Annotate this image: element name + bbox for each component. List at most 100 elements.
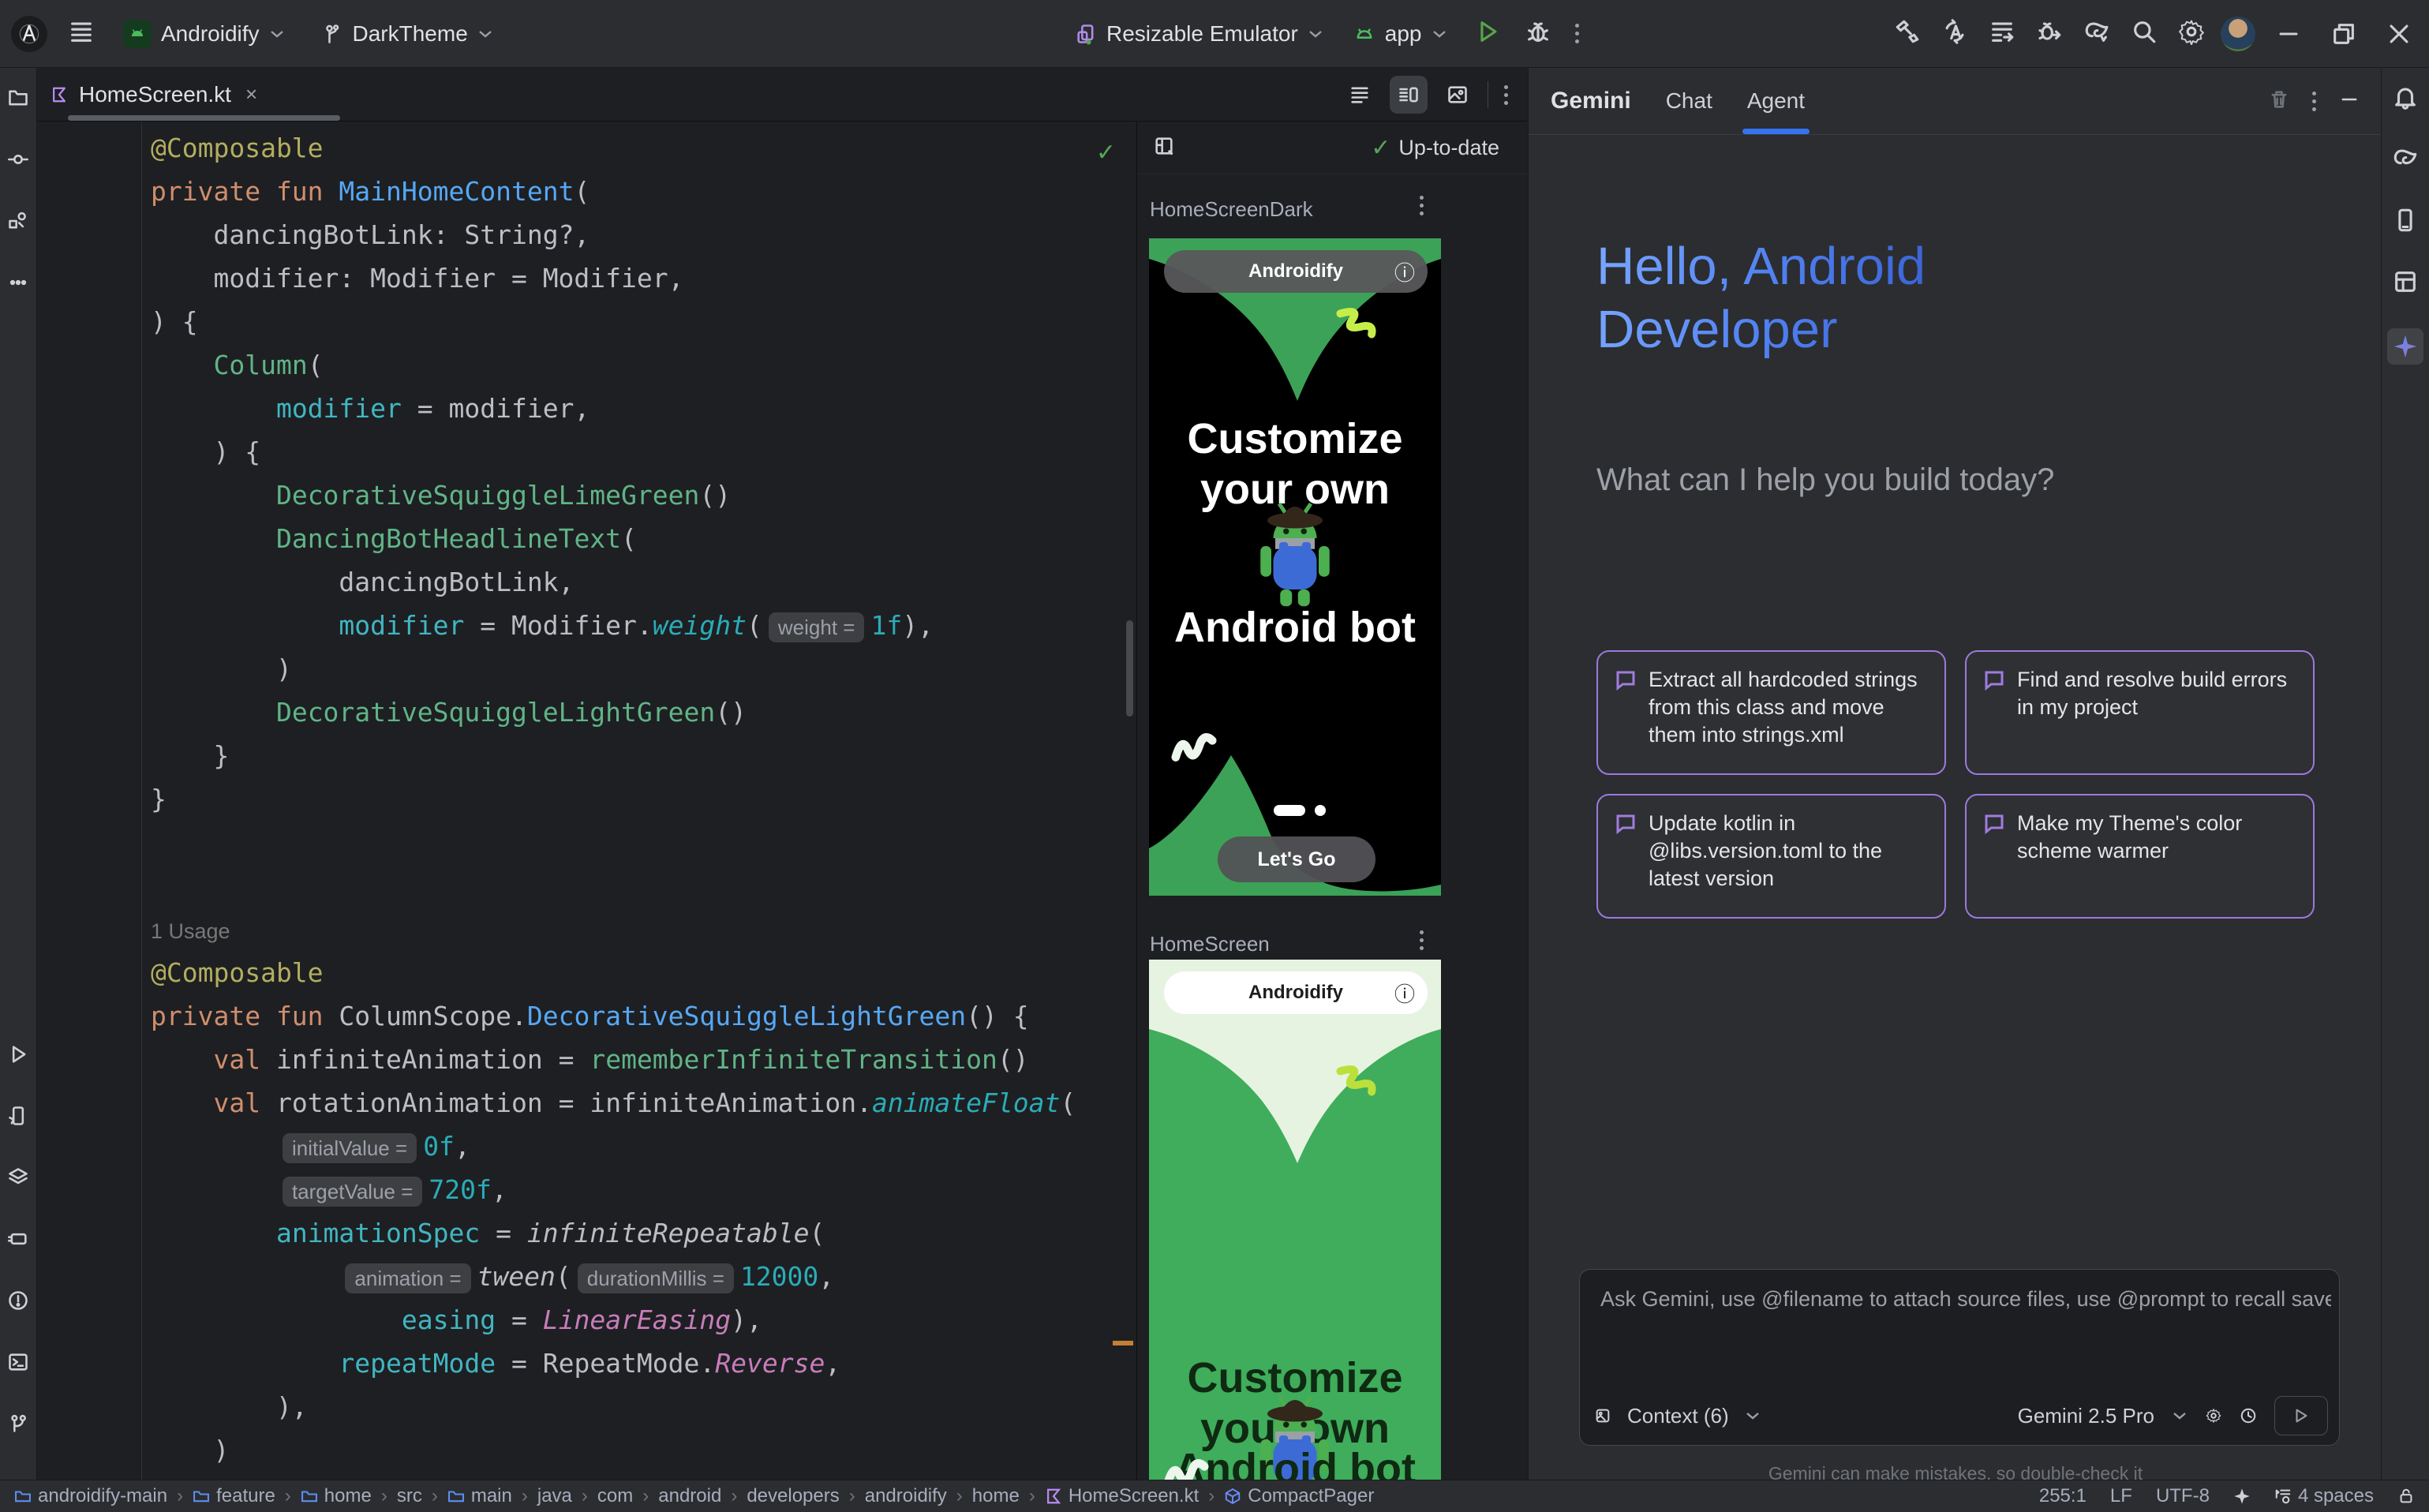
tab-chat[interactable]: Chat <box>1666 68 1712 134</box>
close-window-button[interactable] <box>2377 12 2421 56</box>
gemini-prompt-box[interactable]: Ask Gemini, use @filename to attach sour… <box>1579 1269 2340 1446</box>
breadcrumb-item[interactable]: android <box>658 1485 721 1507</box>
breadcrumb-item[interactable]: main <box>447 1485 512 1507</box>
suggestion-card[interactable]: Make my Theme's color scheme warmer <box>1965 794 2315 919</box>
code-editor[interactable]: @Composableprivate fun MainHomeContent( … <box>36 122 1136 1480</box>
app-title-pill[interactable]: Androidify ⓘ <box>1164 971 1428 1014</box>
send-button[interactable] <box>2274 1396 2328 1435</box>
code-inspection-button[interactable] <box>1984 13 2020 54</box>
suggestion-card[interactable]: Update kotlin in @libs.version.toml to t… <box>1596 794 1946 919</box>
editor-options-kebab[interactable] <box>1499 80 1513 110</box>
code-content[interactable]: @Composableprivate fun MainHomeContent( … <box>151 126 1076 1472</box>
gradle-sync-button[interactable] <box>2079 13 2115 54</box>
model-selector[interactable]: Gemini 2.5 Pro <box>2018 1404 2154 1428</box>
tab-homescreen-kt[interactable]: HomeScreen.kt × <box>36 68 275 121</box>
run-button[interactable] <box>1469 13 1506 54</box>
settings-button[interactable] <box>2173 13 2210 54</box>
readonly-lock-icon[interactable] <box>2397 1488 2415 1505</box>
uptodate-check-icon: ✓ <box>1371 134 1390 162</box>
info-icon[interactable]: ⓘ <box>1394 979 1415 1008</box>
breadcrumb-item[interactable]: androidify-main <box>14 1485 167 1507</box>
breadcrumb-item[interactable]: src <box>397 1485 422 1507</box>
breadcrumb-item[interactable]: HomeScreen.kt <box>1045 1485 1199 1507</box>
breadcrumb-item[interactable]: com <box>597 1485 633 1507</box>
run-configuration-selector[interactable]: app <box>1345 15 1455 53</box>
preview-homescreendark[interactable]: Androidify ⓘ Customize your own Android … <box>1149 238 1441 896</box>
vcs-branch-selector[interactable]: DarkTheme <box>313 15 501 53</box>
gutter-divider <box>141 122 142 1480</box>
gemini-options-kebab[interactable] <box>2307 87 2321 116</box>
breadcrumb-item[interactable]: CompactPager <box>1224 1485 1374 1507</box>
project-selector[interactable]: Androidify <box>115 13 293 54</box>
notifications-bell-icon[interactable] <box>2387 79 2423 115</box>
minimize-window-button[interactable] <box>2266 12 2311 56</box>
preview-section-name[interactable]: HomeScreen <box>1150 932 1270 956</box>
device-explorer-icon[interactable] <box>2387 202 2423 238</box>
terminal-tool-icon[interactable] <box>2 1346 34 1378</box>
spark-status-icon[interactable] <box>2233 1488 2251 1505</box>
split-view-button[interactable] <box>1390 76 1428 114</box>
breadcrumb-item[interactable]: developers <box>747 1485 839 1507</box>
history-clock-icon[interactable] <box>2240 1407 2257 1424</box>
run-tool-icon[interactable] <box>2 1039 34 1070</box>
sync-translations-button[interactable] <box>1937 13 1973 54</box>
clear-chat-trash-icon[interactable] <box>2268 88 2290 114</box>
preview-view-button[interactable] <box>1439 76 1476 114</box>
breadcrumb-item[interactable]: java <box>537 1485 572 1507</box>
suggestion-card[interactable]: Find and resolve build errors in my proj… <box>1965 650 2315 775</box>
debug-button[interactable] <box>1520 13 1556 54</box>
run-options-kebab[interactable] <box>1570 19 1584 48</box>
packages-tool-icon[interactable] <box>2 1162 34 1193</box>
preview-layout-icon[interactable] <box>1153 135 1175 161</box>
project-tool-icon[interactable] <box>2 82 34 114</box>
file-encoding[interactable]: UTF-8 <box>2156 1485 2210 1507</box>
breadcrumb-separator: › <box>849 1485 855 1507</box>
lets-go-button[interactable]: Let's Go <box>1218 836 1375 882</box>
suggestion-card[interactable]: Extract all hardcoded strings from this … <box>1596 650 1946 775</box>
line-ending[interactable]: LF <box>2110 1485 2132 1507</box>
editor-scrollbar[interactable] <box>1126 620 1133 717</box>
vcs-tool-icon[interactable] <box>2 1408 34 1439</box>
restore-window-button[interactable] <box>2322 12 2366 56</box>
search-everywhere-button[interactable] <box>2126 13 2162 54</box>
hide-panel-icon[interactable] <box>2338 88 2360 114</box>
tab-close-icon[interactable]: × <box>242 82 260 107</box>
main-menu-button[interactable] <box>68 18 95 49</box>
preview-section-kebab[interactable] <box>1415 926 1428 955</box>
preview-homescreen[interactable]: Androidify ⓘ Customize your own Android … <box>1149 960 1441 1480</box>
info-icon[interactable]: ⓘ <box>1394 257 1415 286</box>
user-avatar[interactable] <box>2221 17 2255 51</box>
gradle-tool-icon[interactable] <box>2387 140 2423 177</box>
tab-agent[interactable]: Agent <box>1747 68 1805 134</box>
breadcrumb-item[interactable]: feature <box>193 1485 275 1507</box>
breadcrumb-item[interactable]: home <box>301 1485 372 1507</box>
device-selector[interactable]: Resizable Emulator <box>1067 15 1331 53</box>
breadcrumb-item[interactable]: home <box>972 1485 1020 1507</box>
caret-position[interactable]: 255:1 <box>2039 1485 2087 1507</box>
device-manager-tool-icon[interactable] <box>2 1100 34 1132</box>
gemini-title: Gemini <box>1551 88 1631 114</box>
structure-tool-icon[interactable] <box>2 205 34 237</box>
gemini-spark-icon[interactable] <box>2387 328 2423 365</box>
code-view-button[interactable] <box>1341 76 1379 114</box>
prompt-settings-gear-icon[interactable] <box>2205 1407 2222 1424</box>
left-tool-strip <box>0 68 37 1480</box>
preview-section-kebab[interactable] <box>1415 191 1428 220</box>
attach-debugger-button[interactable] <box>2031 13 2068 54</box>
layout-inspector-icon[interactable] <box>2387 264 2423 300</box>
app-title-pill[interactable]: Androidify ⓘ <box>1164 250 1428 293</box>
tab-scrollbar[interactable] <box>68 115 340 121</box>
running-devices-tool-icon[interactable] <box>2 1223 34 1255</box>
indent-setting[interactable]: 4 spaces <box>2274 1485 2374 1507</box>
more-tool-windows-icon[interactable] <box>2 267 34 298</box>
android-studio-logo-icon <box>11 16 47 52</box>
breadcrumb-item[interactable]: androidify <box>865 1485 947 1507</box>
inspections-ok-icon[interactable]: ✓ <box>1096 139 1116 167</box>
build-button[interactable] <box>1889 13 1926 54</box>
problems-tool-icon[interactable] <box>2 1285 34 1316</box>
kotlin-file-icon <box>51 86 68 103</box>
preview-section-name[interactable]: HomeScreenDark <box>1150 197 1313 222</box>
title-bar: Androidify DarkTheme Resizable Emulator … <box>0 0 2429 68</box>
commit-tool-icon[interactable] <box>2 144 34 175</box>
context-selector[interactable]: Context (6) <box>1627 1404 1729 1428</box>
